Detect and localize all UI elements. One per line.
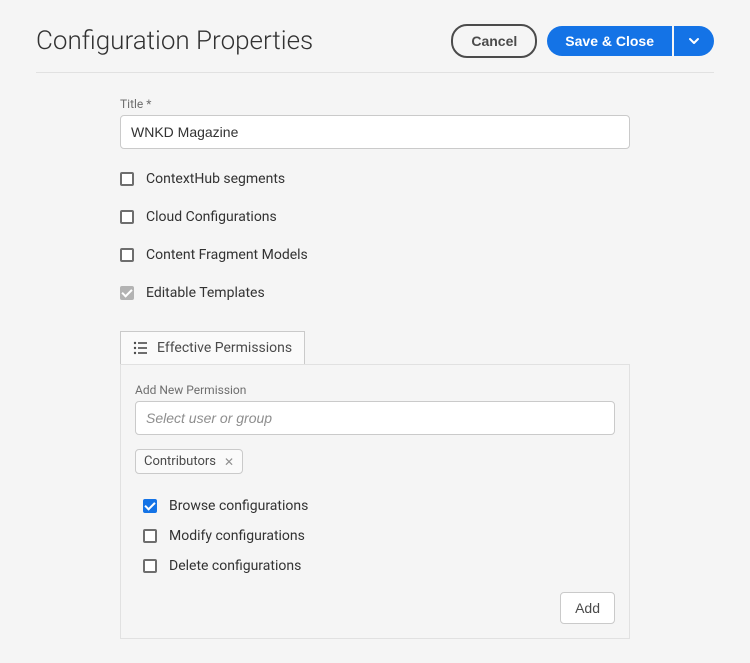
chevron-down-icon [688,35,700,47]
checkbox[interactable] [143,559,157,573]
list-icon [133,340,149,356]
chip: Contributors ✕ [135,449,243,474]
save-dropdown-button[interactable] [674,26,714,56]
checkbox-label: Browse configurations [169,498,308,514]
permission-option-row: Modify configurations [143,528,615,544]
user-group-input[interactable] [135,401,615,435]
checkbox[interactable] [143,499,157,513]
header-actions: Cancel Save & Close [451,24,714,58]
checkbox-label: Delete configurations [169,558,301,574]
config-option-row: Cloud Configurations [120,209,630,225]
checkbox[interactable] [120,210,134,224]
checkbox-label: Content Fragment Models [146,247,308,263]
checkbox[interactable] [120,248,134,262]
config-option-row: ContextHub segments [120,171,630,187]
permission-option-row: Delete configurations [143,558,615,574]
cancel-button[interactable]: Cancel [451,24,537,58]
add-permission-button[interactable]: Add [560,592,615,624]
tab-label: Effective Permissions [157,340,292,356]
close-icon[interactable]: ✕ [224,455,234,469]
config-option-row: Content Fragment Models [120,247,630,263]
checkbox-label: Editable Templates [146,285,265,301]
config-option-row: Editable Templates [120,285,630,301]
checkbox[interactable] [143,529,157,543]
checkbox[interactable] [120,172,134,186]
permission-option-row: Browse configurations [143,498,615,514]
checkbox-label: Modify configurations [169,528,305,544]
page-title: Configuration Properties [36,26,313,56]
chip-label: Contributors [144,454,216,469]
save-close-button[interactable]: Save & Close [547,26,672,56]
tab-effective-permissions[interactable]: Effective Permissions [120,331,305,364]
title-label: Title * [120,97,630,111]
checkbox-label: ContextHub segments [146,171,285,187]
checkbox-label: Cloud Configurations [146,209,277,225]
title-input[interactable] [120,115,630,149]
permissions-panel: Add New Permission Contributors ✕ Browse … [120,364,630,639]
add-permission-label: Add New Permission [135,383,615,397]
checkbox [120,286,134,300]
